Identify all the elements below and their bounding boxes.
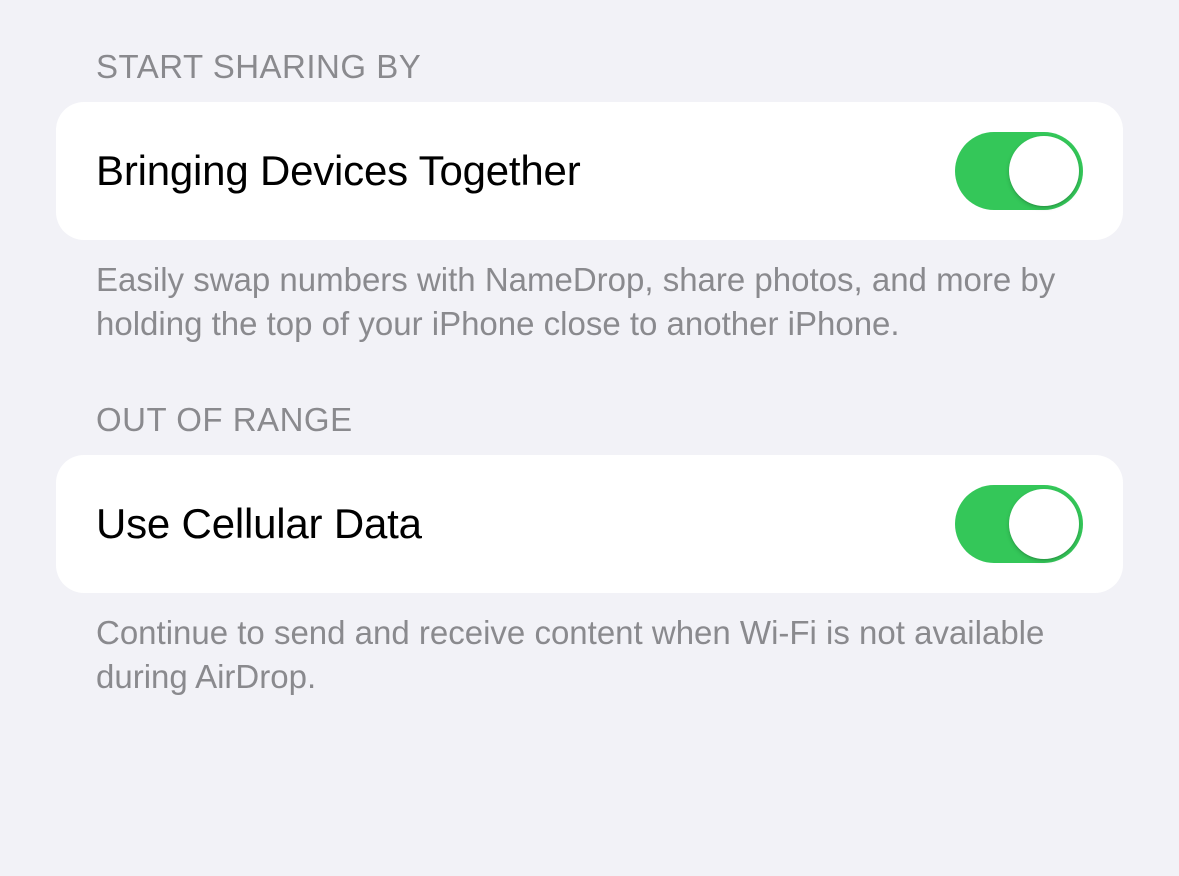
section-start-sharing-by: Start Sharing By Bringing Devices Togeth…	[56, 48, 1123, 345]
section-header-out-of-range: Out of Range	[56, 401, 1123, 455]
toggle-bringing-devices-together[interactable]	[955, 132, 1083, 210]
section-header-start-sharing-by: Start Sharing By	[56, 48, 1123, 102]
row-use-cellular-data[interactable]: Use Cellular Data	[56, 455, 1123, 593]
toggle-knob-icon	[1009, 136, 1079, 206]
section-footer-start-sharing-by: Easily swap numbers with NameDrop, share…	[56, 240, 1123, 345]
row-bringing-devices-together[interactable]: Bringing Devices Together	[56, 102, 1123, 240]
row-label-bringing-devices-together: Bringing Devices Together	[96, 147, 581, 195]
section-footer-out-of-range: Continue to send and receive content whe…	[56, 593, 1123, 698]
section-out-of-range: Out of Range Use Cellular Data Continue …	[56, 401, 1123, 698]
toggle-knob-icon	[1009, 489, 1079, 559]
row-label-use-cellular-data: Use Cellular Data	[96, 500, 422, 548]
toggle-use-cellular-data[interactable]	[955, 485, 1083, 563]
